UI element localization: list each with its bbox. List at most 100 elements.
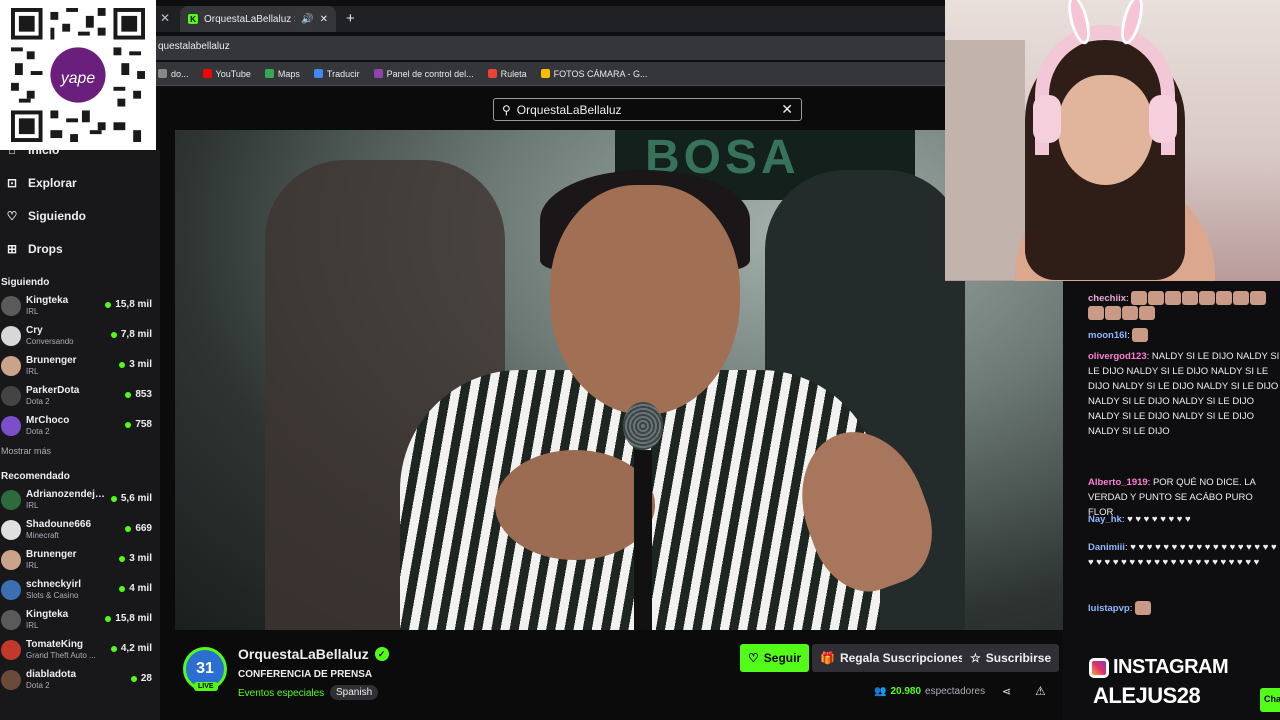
bookmark-label: Ruleta [500, 68, 527, 79]
channel-name[interactable]: OrquestaLaBellaluz ✓ [238, 646, 389, 662]
sidebar-channel[interactable]: Kingteka IRL 15,8 mil [0, 605, 160, 635]
sidebar-nav-inicio[interactable]: ⌂ Inicio [0, 133, 160, 166]
sidebar-channel[interactable]: Brunenger IRL 3 mil [0, 351, 160, 381]
sidebar-channel[interactable]: schneckyirl Slots & Casino 4 mil [0, 575, 160, 605]
channel-name: Cry [26, 325, 43, 336]
sidebar-channel[interactable]: Cry Conversando 7,8 mil [0, 321, 160, 351]
speaker-face [550, 185, 740, 415]
share-icon[interactable]: ⋖ [1002, 685, 1011, 698]
webcam-background-shelf [945, 40, 1025, 280]
chat-username[interactable]: Alberto_1919 [1088, 477, 1148, 488]
bookmark-favicon-icon [487, 69, 497, 78]
language-tag[interactable]: Spanish [330, 685, 379, 700]
chat-username[interactable]: chechiix [1088, 293, 1126, 304]
gift-subs-button[interactable]: 🎁 Regala Suscripciones [812, 644, 973, 672]
sidebar-channel[interactable]: Shadoune666 Minecraft 669 [0, 515, 160, 545]
search-input[interactable]: ⚲ OrquestaLaBellaluz ✕ [493, 98, 802, 121]
sidebar-nav-drops[interactable]: ⊞ Drops [0, 232, 160, 265]
sidebar-channel[interactable]: Adrianozendeja... IRL 5,6 mil [0, 485, 160, 515]
live-dot-icon [125, 525, 132, 532]
bookmark-label: Traducir [326, 68, 360, 79]
channel-name-text[interactable]: OrquestaLaBellaluz [238, 646, 369, 662]
browser-tab-active[interactable]: K OrquestaLaBellaluz Stream 🔊 ✕ [180, 6, 336, 32]
sidebar-nav-label: Siguiendo [28, 208, 86, 223]
instagram-label: INSTAGRAM [1113, 656, 1229, 678]
stream-category-link[interactable]: Eventos especiales [238, 688, 324, 699]
sidebar-nav-explorar[interactable]: ⊡ Explorar [0, 166, 160, 199]
sidebar-channel[interactable]: Brunenger IRL 3 mil [0, 545, 160, 575]
emote-icon [1088, 306, 1104, 321]
svg-text:yape: yape [60, 70, 95, 87]
microphone [623, 402, 663, 630]
follow-button[interactable]: ♡ Seguir [740, 644, 810, 672]
bookmark-item[interactable]: YouTube [202, 69, 251, 79]
channel-info: Adrianozendeja... IRL [26, 489, 108, 511]
sidebar-channel[interactable]: MrChoco Dota 2 758 [0, 411, 160, 441]
emote-icon [1216, 291, 1233, 306]
live-dot-icon [130, 675, 137, 682]
chat-username[interactable]: moon16l [1088, 330, 1127, 341]
sidebar-channel[interactable]: TomateKing Grand Theft Auto ... 4,2 mil [0, 635, 160, 665]
avatar [1, 326, 21, 346]
chat-send-button[interactable]: Cha [1260, 688, 1280, 712]
chat-message: Danimiii: ♥ ♥ ♥ ♥ ♥ ♥ ♥ ♥ ♥ ♥ ♥ ♥ ♥ ♥ ♥ … [1088, 542, 1277, 568]
chat-username[interactable]: olivergod123 [1088, 351, 1147, 362]
channel-info: MrChoco Dota 2 [26, 415, 108, 437]
channel-viewer-count: 669 [135, 523, 152, 534]
recommended-section-title: Recomendado [1, 470, 70, 482]
channel-viewer-count: 758 [135, 419, 152, 430]
close-prev-tab-icon[interactable]: ✕ [160, 11, 170, 25]
channel-name: diabladota [26, 669, 77, 680]
sidebar: ⌂ Inicio ⊡ Explorar ♡ Siguiendo ⊞ Drops Siguien… [0, 143, 160, 720]
channel-name: Brunenger [26, 549, 77, 560]
channel-viewer-count: 3 mil [129, 359, 152, 370]
channel-info: Kingteka IRL [26, 295, 108, 317]
bookmark-item[interactable]: Ruleta [487, 68, 527, 79]
chat-message: Nay_hk: ♥ ♥ ♥ ♥ ♥ ♥ ♥ ♥ [1088, 514, 1191, 525]
channel-info: schneckyirl Slots & Casino [26, 579, 108, 601]
close-tab-icon[interactable]: ✕ [320, 14, 328, 25]
chat-message: luistapvp: [1088, 601, 1280, 616]
live-dot-icon [119, 555, 126, 562]
video-player[interactable]: BOSA [175, 130, 1063, 630]
report-warning-icon[interactable]: ⚠ [1035, 684, 1046, 698]
address-bar[interactable]: questalabellaluz [156, 36, 945, 60]
emote-icon [1134, 601, 1151, 616]
sidebar-nav-label: Explorar [28, 175, 77, 190]
chat-username[interactable]: luistapvp [1088, 603, 1130, 614]
sidebar-channel[interactable]: ParkerDota Dota 2 853 [0, 381, 160, 411]
show-more-link[interactable]: Mostrar más [0, 441, 160, 461]
search-value[interactable]: OrquestaLaBellaluz [517, 103, 622, 117]
headset-right-ear [1149, 95, 1177, 143]
channel-viewer-count: 15,8 mil [115, 613, 152, 624]
live-dot-icon [105, 615, 112, 622]
bookmark-item[interactable]: Maps [264, 69, 300, 79]
bookmark-item[interactable]: FOTOS CÁMARA - G... [540, 69, 648, 79]
emote-icon [1165, 291, 1182, 306]
bookmarks-bar: do... YouTube Maps Traducir Panel de control… [156, 62, 945, 86]
channel-viewers: 7,8 mil [110, 329, 152, 340]
bookmark-item[interactable]: Panel de control del... [373, 69, 474, 79]
live-dot-icon [110, 495, 117, 502]
bookmark-item[interactable]: do... [158, 69, 189, 79]
channel-category: Conversando [26, 337, 74, 346]
drops-icon: ⊞ [6, 241, 18, 256]
subscribe-label: Suscribirse [985, 651, 1052, 665]
channel-viewers: 3 mil [119, 553, 152, 564]
speaker-icon[interactable]: 🔊 [301, 14, 313, 25]
chat-username[interactable]: Nay_hk [1088, 514, 1122, 525]
sidebar-channel[interactable]: diabladota Dota 2 28 [0, 665, 160, 695]
heart-icon: ♡ [748, 651, 759, 665]
clear-search-icon[interactable]: ✕ [781, 101, 793, 118]
new-tab-button[interactable]: + [346, 10, 355, 27]
sidebar-channel[interactable]: Kingteka IRL 15,8 mil [0, 291, 160, 321]
channel-viewers: 853 [125, 389, 152, 400]
subscribe-button[interactable]: ☆ Suscribirse [962, 644, 1060, 672]
viewer-number: 20.980 [890, 686, 922, 697]
url-text[interactable]: questalabellaluz [158, 41, 230, 52]
sidebar-nav-siguiendo[interactable]: ♡ Siguiendo [0, 199, 160, 232]
bookmark-item[interactable]: Traducir [313, 68, 360, 79]
chat-username[interactable]: Danimiii [1088, 542, 1125, 553]
browser-tab-bar: ✕ K OrquestaLaBellaluz Stream 🔊 ✕ + [156, 6, 945, 32]
channel-category: IRL [26, 561, 39, 570]
